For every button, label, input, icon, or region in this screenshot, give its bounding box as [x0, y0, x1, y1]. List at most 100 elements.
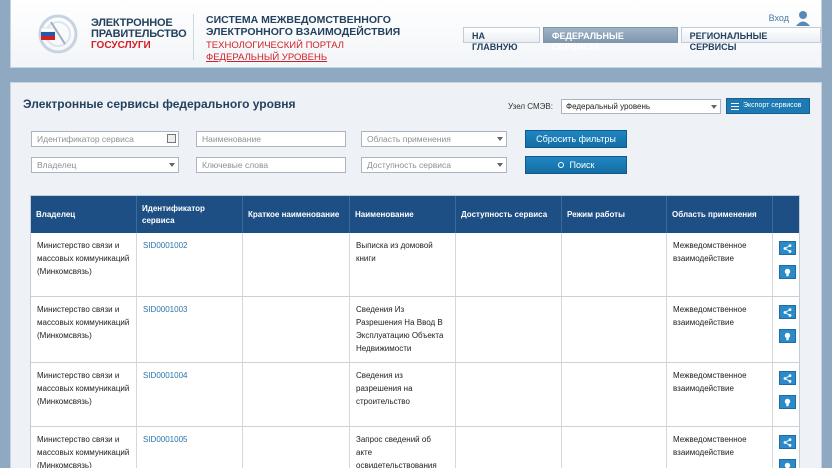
- cell-owner: Министерство связи и массовых коммуникац…: [31, 427, 137, 468]
- government-emblem-icon[interactable]: [35, 14, 81, 54]
- reset-filters-button[interactable]: Сбросить фильтры: [525, 130, 627, 148]
- service-id-placeholder: Идентификатор сервиса: [37, 134, 134, 144]
- cell-name: Запрос сведений об акте освидетельствова…: [350, 427, 456, 468]
- cell-owner: Министерство связи и массовых коммуникац…: [31, 297, 137, 362]
- cell-name: Выписка из домовой книги: [350, 233, 456, 296]
- chevron-down-icon: [711, 105, 717, 109]
- cell-name: Сведения Из Разрешения На Ввод В Эксплуа…: [350, 297, 456, 362]
- search-icon: [557, 162, 564, 168]
- system-title: СИСТЕМА МЕЖВЕДОМСТВЕННОГО ЭЛЕКТРОННОГО В…: [206, 14, 400, 38]
- search-button[interactable]: Поиск: [525, 156, 627, 174]
- cell-service-id-link[interactable]: SID0001005: [137, 427, 243, 468]
- cell-short-name: [243, 233, 350, 296]
- cell-service-id-link[interactable]: SID0001002: [137, 233, 243, 296]
- lightbulb-icon: [784, 462, 791, 468]
- name-input[interactable]: Наименование: [196, 131, 346, 147]
- cell-short-name: [243, 297, 350, 362]
- cell-service-id-link[interactable]: SID0001004: [137, 363, 243, 426]
- cell-availability: [456, 233, 562, 296]
- col-header-short-name[interactable]: Краткое наименование: [243, 196, 350, 233]
- logo-line3: ГОСУСЛУГИ: [91, 40, 151, 51]
- cell-short-name: [243, 363, 350, 426]
- node-label: Узел СМЭВ:: [508, 102, 553, 111]
- cell-service-id-link[interactable]: SID0001003: [137, 297, 243, 362]
- availability-placeholder: Доступность сервиса: [367, 160, 451, 170]
- node-select[interactable]: Федеральный уровень: [561, 99, 721, 114]
- cell-mode: [562, 233, 667, 296]
- col-header-actions: [773, 196, 799, 233]
- lightbulb-icon: [784, 398, 791, 406]
- share-icon: [783, 243, 792, 253]
- table-header: Владелец Идентификатор сервиса Краткое н…: [31, 196, 799, 233]
- site-header: ЭЛЕКТРОННОЕ ПРАВИТЕЛЬСТВО ГОСУСЛУГИ СИСТ…: [10, 0, 822, 68]
- export-services-button[interactable]: Экспорт сервисов: [726, 98, 810, 114]
- nav-tab-federal-services[interactable]: ФЕДЕРАЛЬНЫЕ СЕРВИСЫ: [542, 27, 678, 52]
- keywords-input[interactable]: Ключевые слова: [196, 157, 346, 173]
- cell-owner: Министерство связи и массовых коммуникац…: [31, 233, 137, 296]
- share-icon: [783, 307, 792, 317]
- owner-select[interactable]: Владелец: [31, 157, 179, 173]
- cell-availability: [456, 427, 562, 468]
- share-icon: [783, 437, 792, 447]
- keywords-placeholder: Ключевые слова: [202, 160, 269, 170]
- header-divider: [193, 14, 194, 60]
- system-title-line1: СИСТЕМА МЕЖВЕДОМСТВЕННОГО: [206, 14, 391, 26]
- col-header-service-id[interactable]: Идентификатор сервиса: [137, 196, 243, 233]
- cell-mode: [562, 363, 667, 426]
- portal-name: ТЕХНОЛОГИЧЕСКИЙ ПОРТАЛ: [206, 40, 344, 51]
- table-row: Министерство связи и массовых коммуникац…: [31, 233, 799, 297]
- chevron-down-icon: [497, 163, 503, 167]
- owner-placeholder: Владелец: [37, 160, 77, 170]
- search-button-label: Поиск: [569, 160, 595, 170]
- cell-scope: Межведомственное взаимодействие: [667, 297, 773, 362]
- table-row: Министерство связи и массовых коммуникац…: [31, 297, 799, 363]
- nav-tab-regional-services[interactable]: РЕГИОНАЛЬНЫЕ СЕРВИСЫ: [680, 27, 821, 52]
- portal-level-link[interactable]: ФЕДЕРАЛЬНЫЙ УРОВЕНЬ: [206, 52, 327, 64]
- share-icon: [783, 373, 792, 383]
- chevron-down-icon: [169, 163, 175, 167]
- share-button[interactable]: [779, 241, 796, 255]
- col-header-owner[interactable]: Владелец: [31, 196, 137, 233]
- nav-tab-home[interactable]: НА ГЛАВНУЮ: [463, 27, 540, 52]
- availability-select[interactable]: Доступность сервиса: [361, 157, 507, 173]
- cell-availability: [456, 297, 562, 362]
- service-id-input[interactable]: Идентификатор сервиса: [31, 131, 179, 147]
- system-title-line2: ЭЛЕКТРОННОГО ВЗАИМОДЕЙСТВИЯ: [206, 26, 401, 38]
- name-placeholder: Наименование: [202, 134, 261, 144]
- login-area[interactable]: Вход: [769, 10, 811, 26]
- cell-short-name: [243, 427, 350, 468]
- calendar-icon[interactable]: [167, 134, 176, 143]
- list-icon: [731, 103, 739, 110]
- info-button[interactable]: [779, 329, 796, 343]
- info-button[interactable]: [779, 459, 796, 468]
- scope-placeholder: Область применения: [367, 134, 451, 144]
- cell-mode: [562, 427, 667, 468]
- chevron-down-icon: [497, 137, 503, 141]
- table-row: Министерство связи и массовых коммуникац…: [31, 363, 799, 427]
- col-header-availability[interactable]: Доступность сервиса: [456, 196, 562, 233]
- cell-availability: [456, 363, 562, 426]
- services-table: Владелец Идентификатор сервиса Краткое н…: [30, 195, 800, 468]
- share-button[interactable]: [779, 371, 796, 385]
- login-link[interactable]: Вход: [769, 13, 789, 23]
- cell-scope: Межведомственное взаимодействие: [667, 233, 773, 296]
- cell-mode: [562, 297, 667, 362]
- page-title: Электронные сервисы федерального уровня: [23, 97, 296, 111]
- scope-select[interactable]: Область применения: [361, 131, 507, 147]
- col-header-scope[interactable]: Область применения: [667, 196, 773, 233]
- user-icon[interactable]: [795, 10, 811, 26]
- share-button[interactable]: [779, 435, 796, 449]
- export-services-label: Экспорт сервисов: [743, 102, 802, 109]
- info-button[interactable]: [779, 395, 796, 409]
- share-button[interactable]: [779, 305, 796, 319]
- cell-scope: Межведомственное взаимодействие: [667, 427, 773, 468]
- info-button[interactable]: [779, 265, 796, 279]
- main-nav: НА ГЛАВНУЮ ФЕДЕРАЛЬНЫЕ СЕРВИСЫ РЕГИОНАЛЬ…: [463, 27, 821, 52]
- col-header-mode[interactable]: Режим работы: [562, 196, 667, 233]
- lightbulb-icon: [784, 268, 791, 276]
- logo-line2: ПРАВИТЕЛЬСТВО: [91, 28, 187, 40]
- node-select-value: Федеральный уровень: [566, 102, 651, 111]
- site-logo[interactable]: ЭЛЕКТРОННОЕ ПРАВИТЕЛЬСТВО ГОСУСЛУГИ: [91, 18, 187, 52]
- col-header-name[interactable]: Наименование: [350, 196, 456, 233]
- cell-owner: Министерство связи и массовых коммуникац…: [31, 363, 137, 426]
